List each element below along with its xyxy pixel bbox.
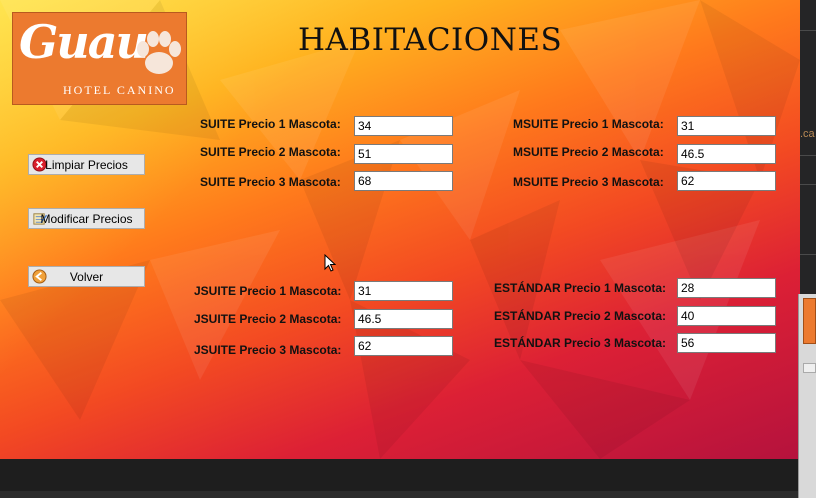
side-text-fragment: .ca: [800, 128, 815, 140]
msuite-price-3-label: MSUITE Precio 3 Mascota:: [513, 175, 664, 189]
msuite-price-2-field[interactable]: [677, 144, 776, 164]
estandar-price-2-label: ESTÁNDAR Precio 2 Mascota:: [494, 309, 667, 323]
limpiar-precios-label: Limpiar Precios: [45, 158, 128, 172]
paw-icon: [137, 31, 181, 74]
side-divider: [800, 30, 816, 31]
msuite-price-2-label: MSUITE Precio 2 Mascota:: [513, 145, 664, 159]
modificar-precios-label: Modificar Precios: [40, 212, 133, 226]
jsuite-price-2-field[interactable]: [354, 309, 453, 329]
suite-price-3-label: SUITE Precio 3 Mascota:: [200, 175, 341, 189]
suite-price-3-field[interactable]: [354, 171, 453, 191]
side-divider: [800, 184, 816, 185]
estandar-price-1-label: ESTÁNDAR Precio 1 Mascota:: [494, 281, 667, 295]
estandar-price-3-label: ESTÁNDAR Precio 3 Mascota:: [494, 336, 667, 350]
jsuite-price-3-field[interactable]: [354, 336, 453, 356]
thumbnail-logo: [803, 298, 816, 344]
estandar-price-1-field[interactable]: [677, 278, 776, 298]
msuite-price-3-field[interactable]: [677, 171, 776, 191]
suite-price-1-field[interactable]: [354, 116, 453, 136]
msuite-price-1-label: MSUITE Precio 1 Mascota:: [513, 117, 664, 131]
side-divider: [800, 155, 816, 156]
bottom-strip: [0, 491, 816, 498]
estandar-price-2-field[interactable]: [677, 306, 776, 326]
suite-price-2-label: SUITE Precio 2 Mascota:: [200, 145, 341, 159]
volver-label: Volver: [69, 270, 104, 284]
page-title: HABITACIONES: [298, 22, 563, 58]
mouse-cursor-icon: [324, 254, 336, 272]
jsuite-price-2-label: JSUITE Precio 2 Mascota:: [194, 312, 342, 326]
hotel-logo: Guau HOTEL CANINO: [12, 12, 187, 105]
jsuite-price-1-field[interactable]: [354, 281, 453, 301]
msuite-price-1-field[interactable]: [677, 116, 776, 136]
limpiar-precios-button[interactable]: Limpiar Precios: [28, 154, 145, 175]
logo-script: Guau: [19, 15, 149, 69]
volver-button[interactable]: Volver: [28, 266, 145, 287]
suite-price-1-label: SUITE Precio 1 Mascota:: [200, 117, 341, 131]
suite-price-2-field[interactable]: [354, 144, 453, 164]
app-window: Guau HOTEL CANINO HABITACIONES Limpiar P…: [0, 0, 800, 459]
modificar-precios-button[interactable]: Modificar Precios: [28, 208, 145, 229]
jsuite-price-3-label: JSUITE Precio 3 Mascota:: [194, 343, 342, 357]
jsuite-price-1-label: JSUITE Precio 1 Mascota:: [194, 284, 342, 298]
estandar-price-3-field[interactable]: [677, 333, 776, 353]
side-divider: [800, 254, 816, 255]
logo-subtitle: HOTEL CANINO: [63, 83, 176, 97]
thumbnail-control: [803, 363, 816, 373]
